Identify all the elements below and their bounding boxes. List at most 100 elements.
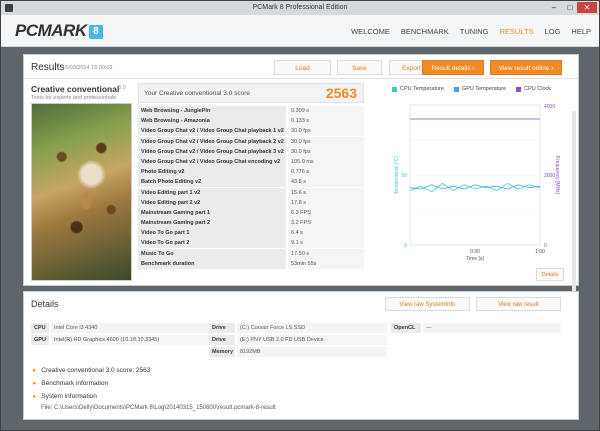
row-name: Video Editing part 2 v2 xyxy=(138,197,286,208)
y-right-axis-label: Frequency [MHz] xyxy=(554,156,560,195)
table-row: Video Group Chat v2 / Video Group Chat p… xyxy=(138,126,364,137)
row-value: 30.0 fps xyxy=(288,136,364,147)
expand-system-info[interactable]: ▸ System information xyxy=(33,392,97,400)
row-name: Batch Photo Editing v2 xyxy=(138,177,286,188)
memory-row: Memory 8192MB xyxy=(209,347,391,357)
minimize-button[interactable]: – xyxy=(547,2,561,13)
row-name: Web Browsing - Amazonia xyxy=(138,116,286,127)
drive1-value: (C:) Corsair Force LS SSD xyxy=(237,323,387,333)
logo-text: PCMARK xyxy=(15,21,87,40)
row-value: 105.0 ms xyxy=(288,156,364,167)
row-name: Web Browsing - JunglePin xyxy=(138,106,286,116)
chart-legend: CPU Temperature GPU Temperature CPU Cloc… xyxy=(392,86,561,92)
table-row: Web Browsing - Amazonia 0.133 s xyxy=(138,116,364,127)
y-right-tick: 2000 xyxy=(544,173,555,179)
table-row: Video To Go part 1 6.4 s xyxy=(138,228,364,239)
row-name: Video Editing part 1 v2 xyxy=(138,187,286,198)
expand-benchmark-label: Benchmark information xyxy=(41,380,109,387)
score-value: 2563 xyxy=(325,85,357,101)
y-left-tick: 0 xyxy=(404,243,407,249)
row-value: 3.2 FPS xyxy=(288,218,364,229)
memory-value: 8192MB xyxy=(237,347,387,357)
results-panel: Results 15/03/2014 16:00:03 Load Save Ex… xyxy=(23,54,579,339)
x-axis-label: Time [s] xyxy=(466,256,484,262)
results-table: Web Browsing - JunglePin 0.309 s Web Brow… xyxy=(138,106,364,269)
legend-swatch xyxy=(453,86,459,92)
legend-item: CPU Temperature xyxy=(392,86,444,92)
legend-item: CPU Clock xyxy=(516,86,551,92)
view-online-button[interactable]: View result online › xyxy=(490,60,562,75)
row-value: 17.50 s xyxy=(288,248,364,259)
row-value: 0.776 s xyxy=(288,167,364,178)
legend-label: CPU Temperature xyxy=(400,86,444,92)
load-button[interactable]: Load xyxy=(274,60,331,75)
app-window: PCMark 8 Professional Edition – □ ✕ PCMA… xyxy=(0,0,600,431)
window-title: PCMark 8 Professional Edition xyxy=(252,4,348,11)
leopard-image xyxy=(31,103,132,281)
test-version: 3.0 xyxy=(118,85,126,91)
drive2-value: (E:) PNY USB 2.0 FD USB Device xyxy=(237,335,387,345)
close-button[interactable]: ✕ xyxy=(577,2,597,13)
row-name: Mainstream Gaming part 2 xyxy=(138,218,286,229)
row-value: 9.1 s xyxy=(288,238,364,249)
details-panel: Details View raw SystemInfo View raw res… xyxy=(23,291,579,420)
memory-label: Memory xyxy=(209,347,235,357)
expand-score[interactable]: ▸ Creative conventional 3.0 score: 2563 xyxy=(33,366,150,374)
details-button[interactable]: Details xyxy=(536,268,564,281)
nav-benchmark[interactable]: BENCHMARK xyxy=(401,27,449,36)
row-value: 6.3 FPS xyxy=(288,207,364,218)
row-name: Photo Editing v2 xyxy=(138,167,286,178)
maximize-button[interactable]: □ xyxy=(563,2,577,13)
y-right-tick: 4000 xyxy=(544,104,555,110)
nav-help[interactable]: HELP xyxy=(571,27,591,36)
save-button[interactable]: Save xyxy=(337,60,382,75)
drive1-row: Drive (C:) Corsair Force LS SSD xyxy=(209,323,391,333)
nav-results[interactable]: RESULTS xyxy=(500,27,534,36)
result-details-label: Result details xyxy=(431,65,471,72)
logo-badge: 8 xyxy=(88,25,103,39)
table-row: Photo Editing v2 0.776 s xyxy=(138,167,364,178)
nav-tuning[interactable]: TUNING xyxy=(460,27,489,36)
gpu-value: Intel(R) HD Graphics 4600 (10.18.10.3345… xyxy=(51,335,209,345)
pcmark-logo: PCMARK 8 xyxy=(15,20,103,42)
chart-svg: 4000200005000:30 1:00Time [s]Temperature … xyxy=(394,104,560,262)
score-label: Your Creative conventional 3.0 score xyxy=(144,90,250,97)
expand-benchmark-info[interactable]: ▸ Benchmark information xyxy=(33,379,108,387)
row-value: 30.0 fps xyxy=(288,126,364,137)
table-row: Benchmark duration 53min 55s xyxy=(138,258,364,269)
view-raw-result-button[interactable]: View raw result xyxy=(476,297,561,311)
row-name: Video Group Chat v2 / Video Group Chat p… xyxy=(138,126,286,137)
row-value: 30.0 fps xyxy=(288,146,364,157)
row-name: Video To Go part 1 xyxy=(138,228,286,239)
view-sysinfo-button[interactable]: View raw SystemInfo xyxy=(385,297,470,311)
row-value: 0.133 s xyxy=(288,116,364,127)
table-row: Mainstream Gaming part 1 6.3 FPS xyxy=(138,207,364,219)
row-value: 6.4 s xyxy=(288,228,364,239)
legend-item: GPU Temperature xyxy=(453,86,506,92)
chevron-right-icon: ▸ xyxy=(33,393,37,400)
chevron-right-icon: ▸ xyxy=(33,367,37,374)
drive1-label: Drive xyxy=(209,323,235,333)
test-subtitle: Tests for experts and professionals xyxy=(31,95,116,101)
score-box: Your Creative conventional 3.0 score 256… xyxy=(138,83,364,103)
row-name: Mainstream Gaming part 1 xyxy=(138,207,286,218)
table-row: Video Editing part 1 v2 15.6 s xyxy=(138,187,364,198)
table-row: Video To Go part 2 9.1 s xyxy=(138,238,364,249)
opencl-row: OpenCL — xyxy=(391,323,563,333)
table-row: Video Group Chat v2 / Video Group Chat p… xyxy=(138,136,364,147)
monitoring-chart: CPU Temperature GPU Temperature CPU Cloc… xyxy=(370,83,575,283)
cpu-row: CPU Intel Core i3 4340 xyxy=(31,323,211,333)
cpu-value: Intel Core i3 4340 xyxy=(51,323,209,333)
opencl-label: OpenCL xyxy=(391,323,421,333)
result-details-button[interactable]: Result details › xyxy=(422,60,484,75)
table-row: Web Browsing - JunglePin 0.309 s xyxy=(138,106,364,117)
y-left-tick: 50 xyxy=(401,173,407,179)
row-value: 15.6 s xyxy=(288,187,364,198)
nav-welcome[interactable]: WELCOME xyxy=(351,27,390,36)
legend-swatch xyxy=(516,86,522,92)
table-row: Video Group Chat v2 / Video Group Chat p… xyxy=(138,146,364,157)
nav-log[interactable]: LOG xyxy=(545,27,561,36)
results-header: Results 15/03/2014 16:00:03 Load Save Ex… xyxy=(24,55,578,79)
table-row: Video Editing part 2 v2 17.8 s xyxy=(138,197,364,208)
row-value: 0.309 s xyxy=(288,106,364,116)
